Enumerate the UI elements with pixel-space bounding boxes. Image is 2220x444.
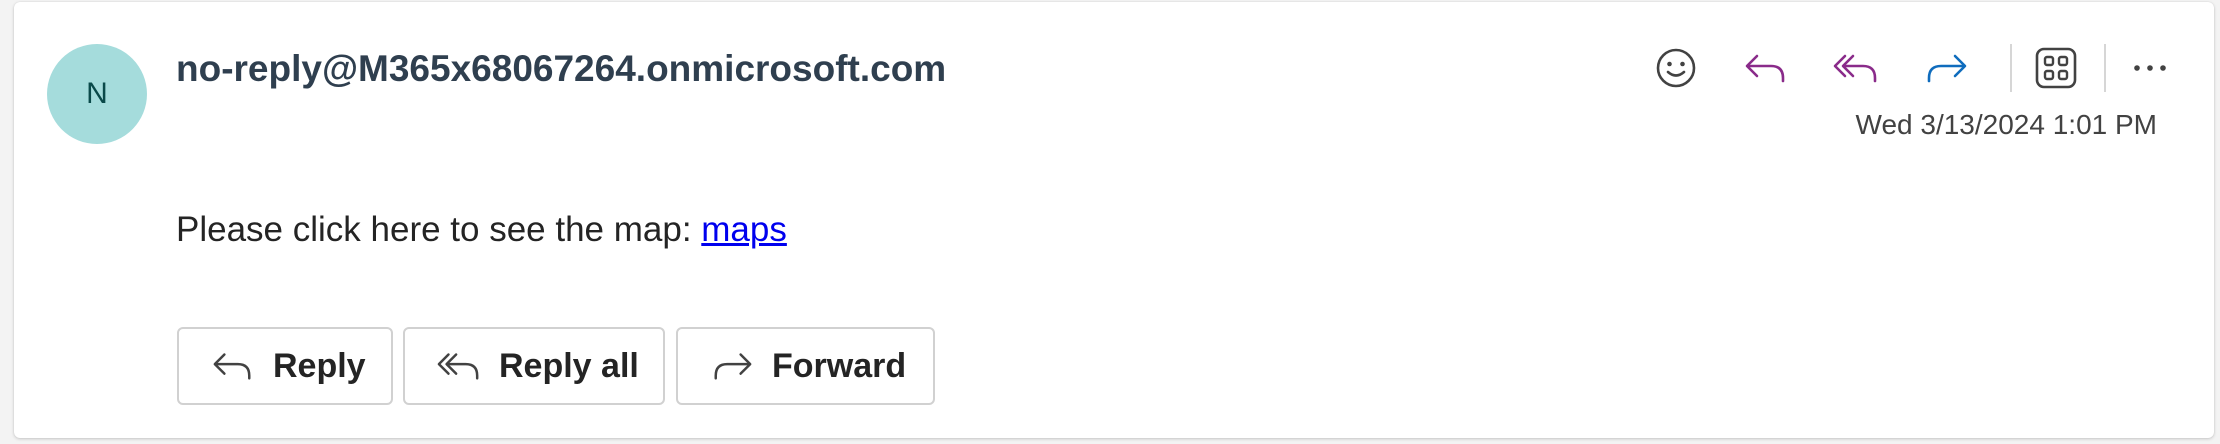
forward-icon — [710, 344, 754, 388]
message-card: N no-reply@M365x68067264.onmicrosoft.com — [14, 2, 2214, 438]
toolbar-divider — [2010, 44, 2012, 92]
forward-icon — [1927, 54, 1967, 83]
maps-link[interactable]: maps — [701, 210, 787, 249]
reply-button[interactable]: Reply — [177, 327, 393, 405]
apps-button[interactable] — [2030, 42, 2082, 94]
forward-toolbar-button[interactable] — [1920, 42, 1972, 94]
reply-icon — [1745, 54, 1785, 83]
reply-all-icon — [1833, 54, 1877, 83]
reply-all-toolbar-button[interactable] — [1830, 42, 1882, 94]
forward-button-label: Forward — [772, 346, 907, 385]
reply-all-button-label: Reply all — [499, 346, 639, 385]
reply-button-label: Reply — [273, 346, 366, 385]
emoji-reaction-button[interactable] — [1650, 42, 1702, 94]
more-icon — [2134, 65, 2166, 71]
avatar[interactable]: N — [47, 44, 147, 144]
reply-toolbar-button[interactable] — [1740, 42, 1792, 94]
avatar-initial: N — [86, 77, 108, 110]
emoji-icon — [1656, 48, 1696, 88]
reply-all-icon — [437, 344, 481, 388]
message-timestamp: Wed 3/13/2024 1:01 PM — [1855, 109, 2157, 140]
body-text: Please click here to see the map: — [176, 210, 702, 249]
reply-all-button[interactable]: Reply all — [403, 327, 665, 405]
apps-icon — [2035, 47, 2077, 89]
sender-address[interactable]: no-reply@M365x68067264.onmicrosoft.com — [176, 48, 946, 90]
message-body: Please click here to see the map: maps — [176, 210, 787, 250]
reply-icon — [211, 344, 255, 388]
toolbar-divider — [2104, 44, 2106, 92]
more-actions-button[interactable] — [2124, 42, 2176, 94]
forward-button[interactable]: Forward — [676, 327, 935, 405]
